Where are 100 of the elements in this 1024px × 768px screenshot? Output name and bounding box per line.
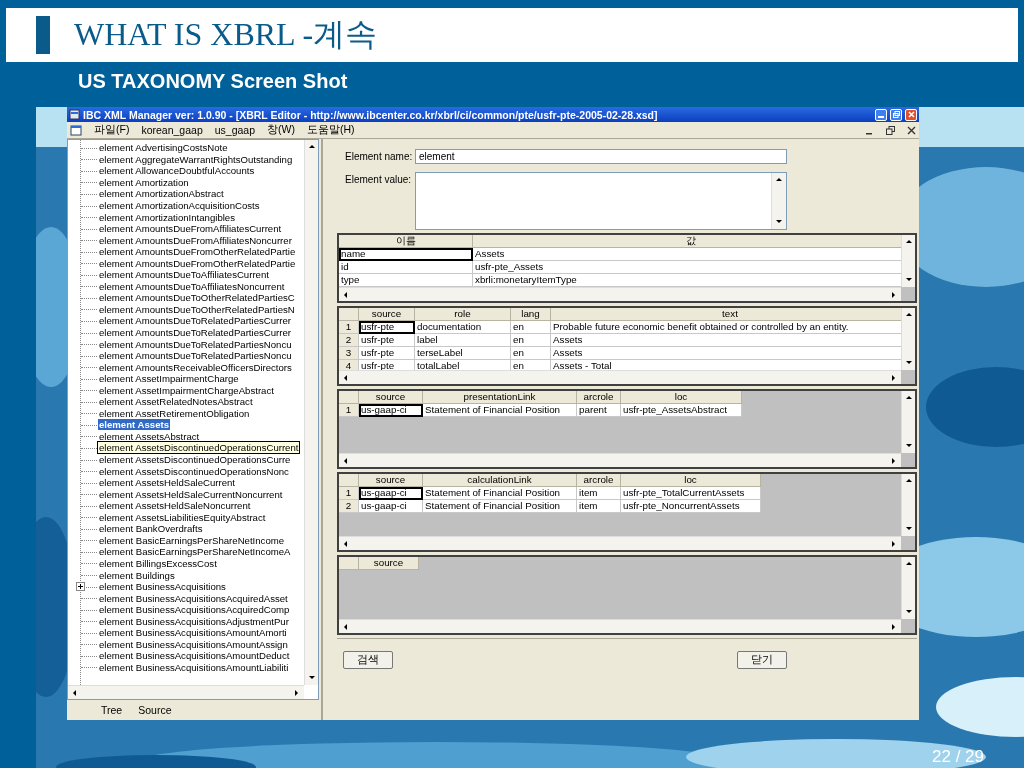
tree-item[interactable]: element AllowanceDoubtfulAccounts <box>98 165 256 177</box>
column-header[interactable]: 값 <box>473 235 901 248</box>
table-cell: name <box>339 248 473 261</box>
menu-item[interactable]: us_gaap <box>214 124 256 136</box>
table-cell: Assets <box>551 334 901 347</box>
table-cell: Assets <box>551 347 901 360</box>
tree-item[interactable]: element Amortization <box>98 176 190 188</box>
tree-item[interactable]: element AssetsDiscontinuedOperationsCurrent <box>98 442 300 454</box>
menu-item[interactable]: 창(W) <box>267 123 295 137</box>
tree-item[interactable]: element AssetRelatedNotesAbstract <box>98 396 254 408</box>
menu-item[interactable]: 파일(F) <box>94 123 130 137</box>
tree-item[interactable]: element AssetRetirementObligation <box>98 407 251 419</box>
tree-item[interactable]: element AssetsHeldSaleCurrentNoncurrent <box>98 488 284 500</box>
tree-item[interactable]: element BusinessAcquisitionsAmountLiabiliti <box>98 661 290 673</box>
tree-item[interactable]: element Buildings <box>98 569 176 581</box>
tree-item[interactable]: element AmountsDueToRelatedPartiesCurrer <box>98 315 292 327</box>
tree-item[interactable]: element AmountsDueToRelatedPartiesNoncu <box>98 338 293 350</box>
tree-item[interactable]: element AmountsDueToAffiliatesCurrent <box>98 269 270 281</box>
restore-icon[interactable] <box>886 125 895 135</box>
tree-item[interactable]: element AggregateWarrantRightsOutstanding <box>98 153 294 165</box>
menu-item[interactable]: korean_gaap <box>141 124 203 136</box>
menu-item[interactable]: 도움말(H) <box>306 123 355 137</box>
action-button[interactable]: 닫기 <box>737 651 787 669</box>
row-number: 1 <box>339 487 359 500</box>
tree-item[interactable]: element AmortizationAcquisitionCosts <box>98 200 261 211</box>
tree-item[interactable]: element AdvertisingCostsNote <box>98 142 229 154</box>
row-number: 3 <box>339 347 359 360</box>
column-header[interactable]: source <box>359 557 419 570</box>
column-header[interactable]: calculationLink <box>423 474 577 487</box>
tab[interactable]: Tree <box>101 704 123 716</box>
column-header[interactable]: source <box>359 308 415 321</box>
tree-item[interactable]: element AssetsHeldSaleCurrent <box>98 477 236 489</box>
action-button[interactable]: 검색 <box>343 651 393 669</box>
column-header[interactable]: 이름 <box>339 235 473 248</box>
row-number: 4 <box>339 360 359 370</box>
column-header[interactable]: arcrole <box>577 391 621 404</box>
tree-item[interactable]: element BusinessAcquisitionsAcquiredComp <box>98 604 291 616</box>
close-icon <box>907 111 915 118</box>
column-header[interactable]: text <box>551 308 901 321</box>
tree-item[interactable]: element AssetsDiscontinuedOperationsCurre <box>98 454 292 466</box>
field-label: Element name: <box>345 150 414 164</box>
tree-item[interactable]: element AmortizationIntangibles <box>98 211 236 223</box>
tree-item[interactable]: element AmountsDueToOtherRelatedPartiesC <box>98 292 296 304</box>
tree-item[interactable]: element AssetsDiscontinuedOperationsNonc <box>98 465 290 477</box>
close-button[interactable] <box>905 108 917 121</box>
tree-item[interactable]: element BusinessAcquisitionsAdjustmentPur <box>98 615 290 627</box>
tree-item[interactable]: element AssetImpairmentChargeAbstract <box>98 384 275 396</box>
slide-subtitle: US TAXONOMY Screen Shot <box>78 69 348 93</box>
column-header[interactable]: source <box>359 391 423 404</box>
table-cell: usfr-pte <box>359 321 415 334</box>
tree-item[interactable]: element AmortizationAbstract <box>98 188 225 200</box>
restore-button[interactable] <box>890 108 902 121</box>
column-header[interactable]: role <box>415 308 511 321</box>
window-title: IBC XML Manager ver: 1.0.90 - [XBRL Editor - http://www.ibcenter.co.kr/xbrl/ci/common/pte/usfr-pte-2005-02-28.xsd] <box>83 108 659 121</box>
expand-icon[interactable] <box>76 581 85 591</box>
table-cell: item <box>577 487 621 500</box>
tree-item[interactable]: element BusinessAcquisitions <box>98 581 227 593</box>
tree-item[interactable]: element BankOverdrafts <box>98 523 204 535</box>
tree-item[interactable]: element Assets <box>98 419 171 431</box>
column-header[interactable]: loc <box>621 474 761 487</box>
table-cell: en <box>511 347 551 360</box>
tree-item[interactable]: element AmountsDueFromAffiliatesNoncurrer <box>98 234 293 246</box>
table-cell: usfr-pte <box>359 334 415 347</box>
table-cell: usfr-pte_NoncurrentAssets <box>621 500 761 513</box>
tree-item[interactable]: element AssetsHeldSaleNoncurrent <box>98 500 252 512</box>
tree-item[interactable]: element AmountsDueFromOtherRelatedPartie <box>98 257 297 269</box>
tree-item[interactable]: element BillingsExcessCost <box>98 557 218 569</box>
input-field[interactable]: element <box>415 149 787 164</box>
tree-item[interactable]: element AmountsDueToRelatedPartiesCurrer <box>98 327 292 338</box>
column-header[interactable]: presentationLink <box>423 391 577 404</box>
column-header[interactable]: source <box>359 474 423 487</box>
column-header[interactable]: arcrole <box>577 474 621 487</box>
header-corner <box>339 557 359 570</box>
close-icon[interactable] <box>907 125 916 135</box>
tree-item[interactable]: element BusinessAcquisitionsAmountAmorti <box>98 627 288 639</box>
minimize-button[interactable] <box>875 108 887 121</box>
tree-item[interactable]: element BusinessAcquisitionsAmountDeduct <box>98 650 291 662</box>
tab[interactable]: Source <box>138 704 172 716</box>
table-cell: us-gaap-ci <box>359 487 423 500</box>
tree-item[interactable]: element AmountsDueToOtherRelatedPartiesN <box>98 303 296 315</box>
tree-item[interactable]: element BasicEarningsPerShareNetIncome <box>98 534 286 546</box>
tree-item[interactable]: element AmountsReceivableOfficersDirectors <box>98 361 293 373</box>
tree-item[interactable]: element AssetsAbstract <box>98 430 201 442</box>
tree-item[interactable]: element AmountsDueFromOtherRelatedPartie <box>98 246 297 258</box>
table-cell: terseLabel <box>415 347 511 360</box>
tree-item[interactable]: element AmountsDueToRelatedPartiesNoncu <box>98 350 293 362</box>
tree-item[interactable]: element AssetImpairmentCharge <box>98 373 240 385</box>
tree-item[interactable]: element AssetsLiabilitiesEquityAbstract <box>98 511 267 523</box>
column-header[interactable]: loc <box>621 391 742 404</box>
document-icon[interactable] <box>70 124 82 136</box>
tree-item[interactable]: element BusinessAcquisitionsAcquiredAsset <box>98 592 289 604</box>
tree-item[interactable]: element BusinessAcquisitionsAmountAssign <box>98 638 289 650</box>
tree-item[interactable]: element AmountsDueFromAffiliatesCurrent <box>98 223 283 235</box>
column-header[interactable]: lang <box>511 308 551 321</box>
table-cell: usfr-pte_AssetsAbstract <box>621 404 742 417</box>
restore-icon <box>892 111 900 118</box>
tree-item[interactable]: element BasicEarningsPerShareNetIncomeA <box>98 546 292 558</box>
tree-item[interactable]: element AmountsDueToAffiliatesNoncurrent <box>98 280 286 292</box>
table-cell: us-gaap-ci <box>359 500 423 513</box>
slide-title: WHAT IS XBRL -계속 <box>74 15 378 54</box>
